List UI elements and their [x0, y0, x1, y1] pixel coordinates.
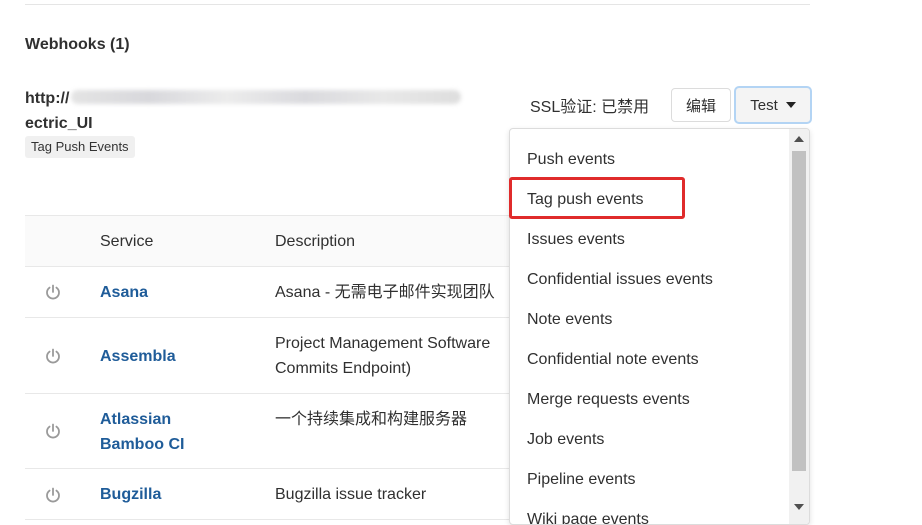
menu-item-confidential-issues-events[interactable]: Confidential issues events — [527, 271, 713, 289]
menu-item-note-events[interactable]: Note events — [527, 311, 612, 329]
column-header-service: Service — [100, 233, 154, 250]
webhook-url[interactable]: http:// ectric_UI — [25, 86, 485, 136]
menu-item-tag-push-events[interactable]: Tag push events — [527, 191, 644, 209]
menu-scrollbar-thumb[interactable] — [792, 151, 806, 471]
power-icon — [46, 348, 60, 364]
service-name-line: Atlassian — [100, 411, 172, 428]
description-line: Project Management Software — [275, 335, 491, 352]
service-name-line: Bamboo CI — [100, 436, 185, 453]
scroll-up-arrow-icon[interactable] — [794, 136, 804, 142]
tag-push-events-badge: Tag Push Events — [25, 136, 135, 158]
edit-button[interactable]: 编辑 — [671, 88, 731, 122]
redacted-url — [71, 90, 462, 104]
menu-item-wiki-page-events[interactable]: Wiki page events — [527, 511, 649, 524]
description-line: Commits Endpoint) — [275, 360, 412, 377]
test-button-label: Test — [750, 96, 778, 114]
column-header-description: Description — [275, 233, 356, 250]
service-description: Project Management Software Commits Endp… — [275, 331, 515, 381]
menu-item-merge-requests-events[interactable]: Merge requests events — [527, 391, 690, 409]
webhooks-heading: Webhooks (1) — [25, 36, 130, 53]
top-divider — [25, 4, 810, 5]
power-icon — [46, 423, 60, 439]
menu-item-confidential-note-events[interactable]: Confidential note events — [527, 351, 699, 369]
caret-down-icon — [785, 102, 796, 108]
menu-item-job-events[interactable]: Job events — [527, 431, 604, 449]
service-link-assembla[interactable]: Assembla — [100, 344, 176, 369]
power-icon — [46, 284, 60, 300]
scroll-down-arrow-icon[interactable] — [794, 504, 804, 510]
menu-item-issues-events[interactable]: Issues events — [527, 231, 625, 249]
menu-item-push-events[interactable]: Push events — [527, 151, 615, 169]
webhook-url-end: ectric_UI — [25, 115, 93, 132]
service-description: Asana - 无需电子邮件实现团队 — [275, 284, 495, 301]
test-events-menu[interactable]: Push events Tag push events Issues event… — [509, 128, 810, 525]
test-dropdown-button[interactable]: Test — [734, 86, 812, 124]
service-description: Bugzilla issue tracker — [275, 486, 427, 503]
service-description: 一个持续集成和构建服务器 — [275, 411, 468, 428]
webhook-url-start: http:// — [25, 90, 70, 107]
menu-item-pipeline-events[interactable]: Pipeline events — [527, 471, 636, 489]
service-link-atlassian-bamboo-ci[interactable]: Atlassian Bamboo CI — [100, 407, 184, 457]
ssl-status: SSL验证: 已禁用 — [530, 99, 650, 116]
service-link-asana[interactable]: Asana — [100, 280, 148, 305]
service-link-bugzilla[interactable]: Bugzilla — [100, 482, 161, 507]
power-icon — [46, 487, 60, 503]
